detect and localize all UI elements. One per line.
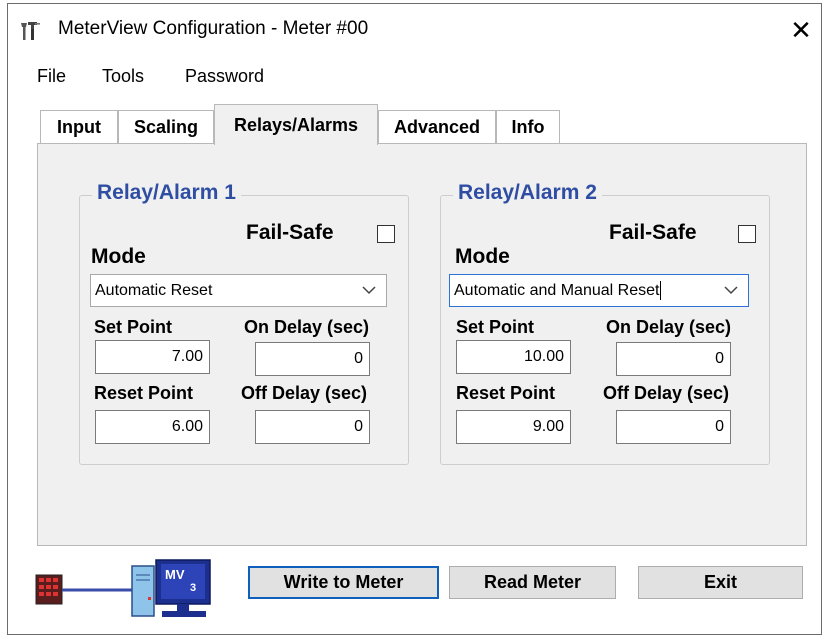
off-delay-label: Off Delay (sec) [603, 383, 730, 403]
set-point-input[interactable]: 10.00 [456, 340, 571, 374]
mode-label: Mode [455, 245, 510, 268]
tools-icon [21, 22, 40, 40]
on-delay-label: On Delay (sec) [244, 317, 370, 337]
menu-tools[interactable]: Tools [102, 66, 144, 87]
menu-file[interactable]: File [37, 66, 66, 87]
relays-alarms-panel: Relay/Alarm 1 Fail-Safe Mode Automatic R… [37, 143, 807, 546]
tab-relays-alarms[interactable]: Relays/Alarms [214, 104, 378, 145]
read-meter-button[interactable]: Read Meter [449, 566, 616, 599]
on-delay-input[interactable]: 0 [616, 342, 731, 376]
failsafe-label: Fail-Safe [609, 221, 697, 244]
chevron-down-icon [362, 286, 376, 295]
tab-input[interactable]: Input [40, 110, 118, 144]
write-to-meter-button[interactable]: Write to Meter [248, 566, 439, 599]
meter-computer-link-icon: MV 3 [35, 559, 211, 617]
mv-logo-sub: 3 [190, 582, 196, 594]
failsafe-checkbox[interactable] [377, 225, 395, 243]
set-point-input[interactable]: 7.00 [95, 340, 210, 374]
tab-info[interactable]: Info [496, 110, 560, 144]
exit-button[interactable]: Exit [638, 566, 803, 599]
close-icon: ✕ [790, 14, 812, 45]
mv-logo-text: MV [165, 567, 185, 582]
mode-label: Mode [91, 245, 146, 268]
tab-advanced[interactable]: Advanced [378, 110, 496, 144]
relay-alarm-2-group: Relay/Alarm 2 Fail-Safe Mode Automatic a… [440, 181, 770, 465]
mode-select[interactable]: Automatic and Manual Reset [449, 274, 749, 307]
set-point-label: Set Point [456, 317, 535, 337]
close-button[interactable]: ✕ [781, 12, 821, 48]
off-delay-input[interactable]: 0 [255, 410, 370, 444]
failsafe-label: Fail-Safe [246, 221, 334, 244]
relay-alarm-1-title: Relay/Alarm 1 [92, 181, 241, 205]
on-delay-input[interactable]: 0 [255, 342, 370, 376]
title-bar: MeterView Configuration - Meter #00 ✕ [8, 4, 821, 56]
chevron-down-icon [724, 286, 738, 295]
on-delay-label: On Delay (sec) [606, 317, 732, 337]
failsafe-checkbox[interactable] [738, 225, 756, 243]
menu-password[interactable]: Password [185, 66, 264, 87]
text-caret [660, 281, 662, 300]
reset-point-label: Reset Point [456, 383, 556, 403]
app-window: MeterView Configuration - Meter #00 ✕ Fi… [7, 3, 822, 635]
mode-select[interactable]: Automatic Reset [90, 274, 387, 307]
menu-bar: File Tools Password [8, 62, 821, 92]
tab-scaling[interactable]: Scaling [118, 110, 214, 144]
tab-strip: Input Scaling Relays/Alarms Advanced Inf… [8, 104, 821, 145]
relay-alarm-1-group: Relay/Alarm 1 Fail-Safe Mode Automatic R… [79, 181, 409, 465]
mode-select-value: Automatic Reset [95, 281, 213, 299]
reset-point-label: Reset Point [94, 383, 194, 403]
reset-point-input[interactable]: 9.00 [456, 410, 571, 444]
reset-point-input[interactable]: 6.00 [95, 410, 210, 444]
off-delay-input[interactable]: 0 [616, 410, 731, 444]
set-point-label: Set Point [94, 317, 173, 337]
relay-alarm-2-title: Relay/Alarm 2 [453, 181, 602, 205]
mode-select-value: Automatic and Manual Reset [454, 281, 660, 299]
window-title: MeterView Configuration - Meter #00 [58, 18, 369, 39]
off-delay-label: Off Delay (sec) [241, 383, 368, 403]
